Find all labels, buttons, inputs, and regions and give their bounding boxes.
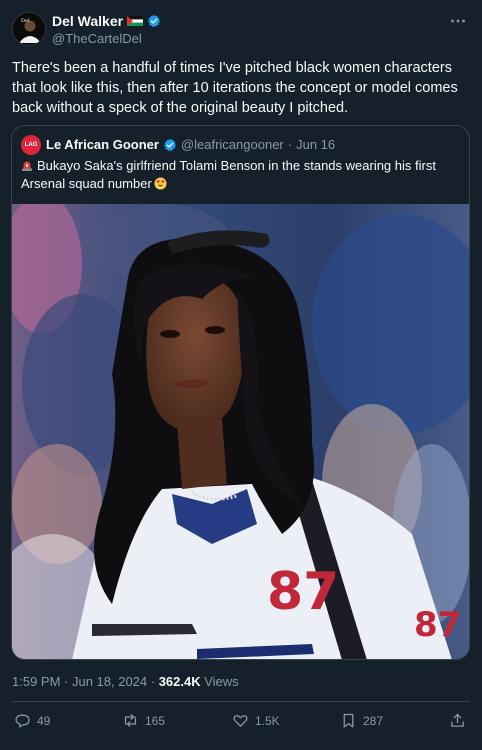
flag-icon <box>127 16 144 26</box>
quoted-tweet[interactable]: LAG Le African Gooner @leafricangooner ·… <box>11 125 470 660</box>
repost-icon <box>124 714 137 727</box>
share-icon <box>451 713 464 727</box>
tweet-timestamp[interactable]: 1:59 PM · Jun 18, 2024 · <box>12 674 159 689</box>
views-count: 362.4K <box>158 674 201 689</box>
quote-author-name[interactable]: Le African Gooner <box>46 137 159 152</box>
bookmark-button[interactable]: 287 <box>340 712 383 729</box>
views-label: Views <box>200 674 239 689</box>
bookmark-count: 287 <box>363 713 384 728</box>
heart-eyes-emoji-icon <box>154 177 167 190</box>
like-icon <box>233 715 248 727</box>
svg-text:Del: Del <box>21 18 30 24</box>
action-bar: 49 165 1.5K 287 <box>0 710 482 736</box>
quote-author-handle[interactable]: @leafricangooner <box>181 137 284 152</box>
bookmark-icon <box>343 713 354 728</box>
reply-button[interactable]: 49 <box>14 712 50 729</box>
quote-date[interactable]: Jun 16 <box>296 137 335 152</box>
more-icon[interactable] <box>448 12 468 30</box>
tweet-meta: 1:59 PM · Jun 18, 2024 · 362.4K Views <box>12 674 239 689</box>
author-name-row[interactable]: Del Walker <box>52 13 161 29</box>
repost-count: 165 <box>145 713 166 728</box>
siren-emoji-icon <box>22 161 32 171</box>
jersey-number: 87 <box>267 562 339 622</box>
quote-text-block: Bukayo Saka's girlfriend Tolami Benson i… <box>21 157 461 193</box>
like-button[interactable]: 1.5K <box>232 712 280 729</box>
quote-header: Le African Gooner @leafricangooner · Jun… <box>46 137 335 152</box>
quote-separator: · <box>287 137 293 152</box>
author-handle[interactable]: @TheCartelDel <box>52 31 142 46</box>
reply-icon <box>15 714 30 728</box>
quote-text: Bukayo Saka's girlfriend Tolami Benson i… <box>21 158 436 191</box>
author-avatar[interactable]: Del <box>12 12 46 46</box>
divider <box>12 701 470 702</box>
repost-button[interactable]: 165 <box>122 712 165 729</box>
reply-count: 49 <box>37 713 51 728</box>
tweet: Del Del Walker @TheCartelDel There's bee… <box>0 0 482 750</box>
jersey-number-sleeve: 87 <box>414 605 461 645</box>
tweet-text: There's been a handful of times I've pit… <box>12 60 458 116</box>
verified-icon <box>148 14 161 28</box>
verified-icon <box>164 138 176 151</box>
quote-photo[interactable]: 87 87 <box>12 204 469 659</box>
photo-illustration: 87 87 <box>12 204 469 659</box>
author-name[interactable]: Del Walker <box>52 13 123 29</box>
share-button[interactable] <box>449 712 466 729</box>
quote-avatar[interactable]: LAG <box>21 135 41 155</box>
like-count: 1.5K <box>255 713 280 728</box>
